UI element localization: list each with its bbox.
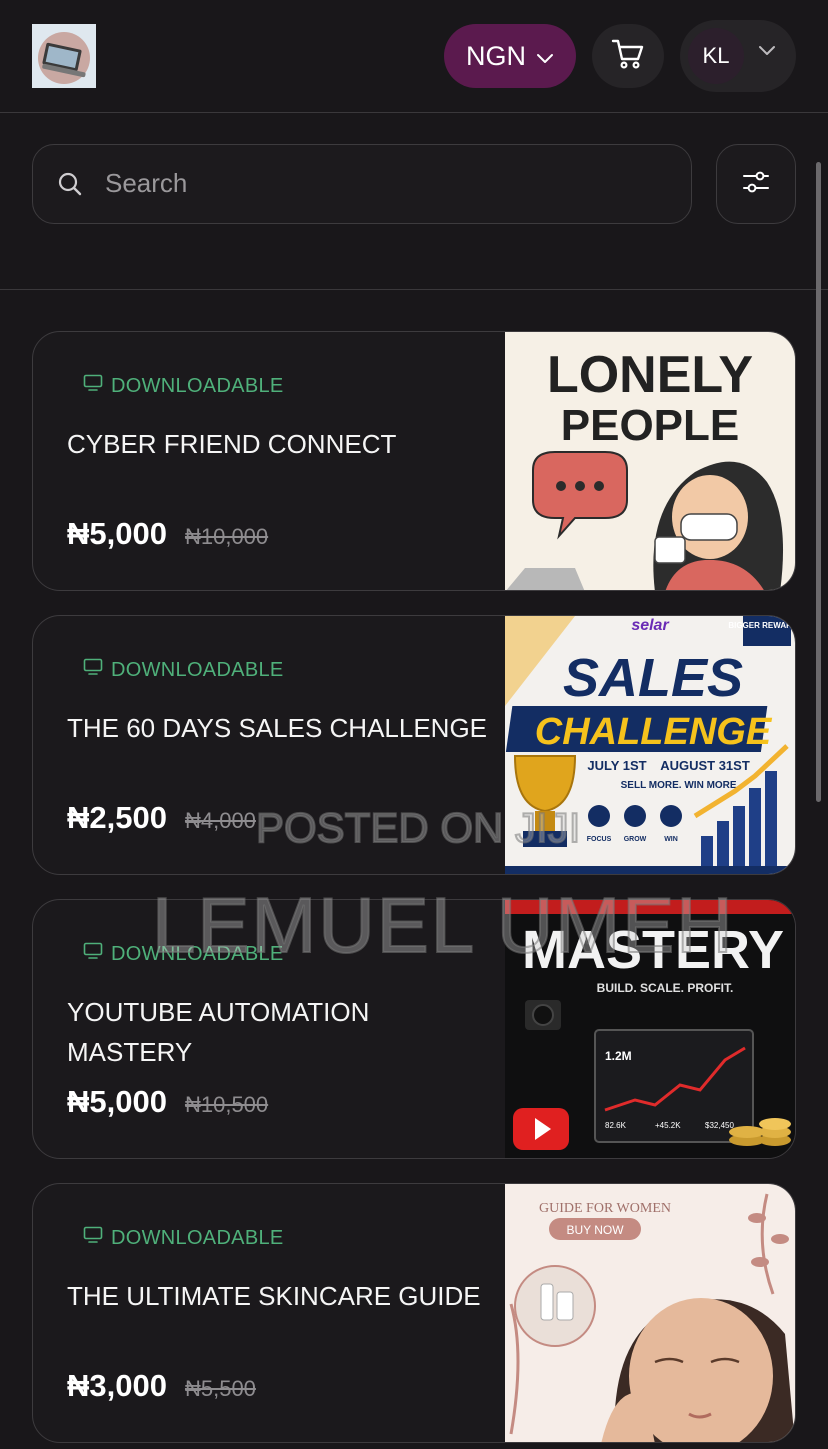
product-image-text: CHALLENGE (535, 711, 773, 753)
product-card[interactable]: DOWNLOADABLE THE 60 DAYS SALES CHALLENGE… (32, 615, 796, 875)
currency-selector[interactable]: NGN (444, 24, 576, 88)
product-image-text: WIN (664, 836, 678, 843)
cart-button[interactable] (592, 24, 664, 88)
badge-label: DOWNLOADABLE (111, 942, 284, 965)
product-original-price: ₦5,500 (184, 1376, 256, 1401)
price-row: ₦2,500 ₦4,000 (67, 800, 256, 836)
product-info: DOWNLOADABLE CYBER FRIEND CONNECT ₦5,000… (67, 332, 497, 590)
badge-label: DOWNLOADABLE (111, 374, 284, 397)
product-image[interactable]: GUIDE FOR WOMEN BUY NOW (505, 1184, 795, 1442)
product-info: DOWNLOADABLE THE ULTIMATE SKINCARE GUIDE… (67, 1184, 497, 1442)
product-image-text: BUY NOW (566, 1223, 624, 1237)
product-original-price: ₦10,500 (184, 1092, 269, 1117)
product-image-text: GROW (624, 836, 647, 843)
monitor-icon (83, 658, 103, 682)
product-image-text: $32,450 (705, 1121, 734, 1130)
product-image-text: SALES (563, 648, 743, 708)
product-price: ₦5,000 (67, 516, 167, 551)
monitor-icon (83, 374, 103, 398)
product-image-text: AUGUST 31ST (660, 758, 750, 773)
search-input[interactable] (105, 145, 665, 222)
product-type-badge: DOWNLOADABLE (83, 942, 284, 966)
product-info: DOWNLOADABLE THE 60 DAYS SALES CHALLENGE… (67, 616, 497, 874)
monitor-icon (83, 942, 103, 966)
product-title[interactable]: THE 60 DAYS SALES CHALLENGE (67, 708, 487, 748)
product-title[interactable]: YOUTUBE AUTOMATION MASTERY (67, 992, 487, 1072)
filter-button[interactable] (716, 144, 796, 224)
store-logo[interactable] (32, 24, 96, 88)
account-menu[interactable]: KL (680, 20, 796, 92)
monitor-icon (83, 1226, 103, 1250)
product-info: DOWNLOADABLE YOUTUBE AUTOMATION MASTERY … (67, 900, 497, 1158)
product-image-text: +45.2K (655, 1121, 681, 1130)
product-image-text: PEOPLE (561, 401, 740, 450)
chevron-down-icon (758, 44, 776, 62)
product-image[interactable]: selar BIGGER REWARDS! SALES CHALLENGE JU… (505, 616, 795, 874)
section-divider (0, 289, 828, 290)
product-image[interactable]: MASTERY BUILD. SCALE. PROFIT. 1.2M 82.6K… (505, 900, 795, 1158)
product-card[interactable]: DOWNLOADABLE THE ULTIMATE SKINCARE GUIDE… (32, 1183, 796, 1443)
product-card[interactable]: DOWNLOADABLE YOUTUBE AUTOMATION MASTERY … (32, 899, 796, 1159)
price-row: ₦5,000 ₦10,000 (67, 516, 268, 552)
product-image-text: selar (631, 617, 669, 634)
product-image-text: FOCUS (587, 836, 612, 843)
badge-label: DOWNLOADABLE (111, 658, 284, 681)
product-price: ₦5,000 (67, 1084, 167, 1119)
product-image-text: 1.2M (605, 1049, 632, 1063)
product-price: ₦2,500 (67, 800, 167, 835)
price-row: ₦5,000 ₦10,500 (67, 1084, 268, 1120)
product-image-text: MASTERY (522, 920, 784, 980)
product-card[interactable]: DOWNLOADABLE CYBER FRIEND CONNECT ₦5,000… (32, 331, 796, 591)
avatar-initials: KL (702, 43, 730, 68)
product-original-price: ₦4,000 (184, 808, 256, 833)
chevron-down-icon (536, 41, 554, 72)
product-image[interactable]: LONELY PEOPLE (505, 332, 795, 590)
avatar: KL (688, 28, 744, 84)
search-bar[interactable] (32, 144, 692, 224)
product-title[interactable]: THE ULTIMATE SKINCARE GUIDE (67, 1276, 487, 1316)
cart-icon (611, 38, 645, 75)
product-price: ₦3,000 (67, 1368, 167, 1403)
product-image-text: 82.6K (605, 1121, 627, 1130)
sliders-icon (742, 170, 770, 199)
badge-label: DOWNLOADABLE (111, 1226, 284, 1249)
product-type-badge: DOWNLOADABLE (83, 374, 284, 398)
price-row: ₦3,000 ₦5,500 (67, 1368, 256, 1404)
currency-label: NGN (466, 40, 526, 71)
product-image-text: LONELY (547, 346, 753, 404)
scrollbar[interactable] (816, 162, 821, 802)
product-image-text: BUILD. SCALE. PROFIT. (597, 981, 734, 995)
product-image-text: BIGGER REWARDS! (728, 621, 795, 630)
product-image-text: JULY 1ST (587, 758, 646, 773)
product-image-text: SELL MORE. WIN MORE. (621, 780, 740, 791)
product-original-price: ₦10,000 (184, 524, 269, 549)
product-type-badge: DOWNLOADABLE (83, 1226, 284, 1250)
product-type-badge: DOWNLOADABLE (83, 658, 284, 682)
top-bar: NGN KL (0, 0, 828, 113)
product-title[interactable]: CYBER FRIEND CONNECT (67, 424, 487, 464)
search-icon (57, 171, 83, 202)
product-image-text: GUIDE FOR WOMEN (539, 1201, 671, 1216)
